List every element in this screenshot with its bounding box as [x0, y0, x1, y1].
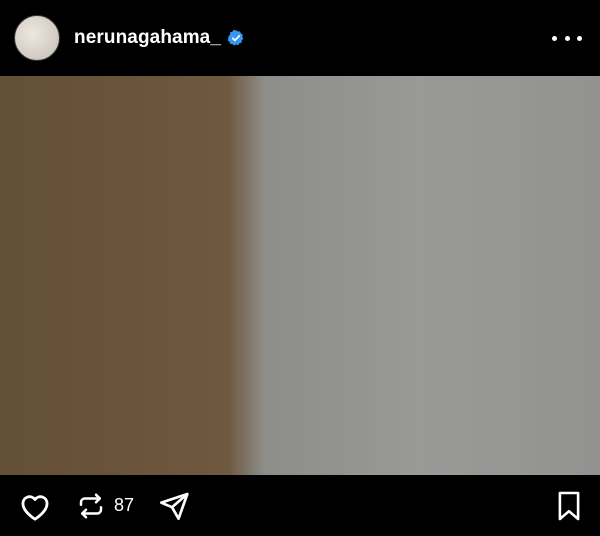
verified-badge-icon	[227, 29, 244, 46]
username[interactable]: nerunagahama_	[74, 27, 221, 49]
heart-icon	[21, 494, 49, 521]
repost-button[interactable]	[76, 490, 106, 522]
send-icon	[160, 492, 189, 520]
post: nerunagahama_ 87	[0, 0, 600, 536]
like-button[interactable]	[18, 490, 52, 522]
share-button[interactable]	[158, 490, 190, 522]
post-header: nerunagahama_	[0, 0, 600, 76]
avatar[interactable]	[14, 15, 60, 61]
repost-icon	[79, 493, 103, 518]
bookmark-button[interactable]	[556, 490, 582, 522]
bookmark-icon	[558, 491, 580, 520]
post-image-placeholder[interactable]	[0, 76, 600, 475]
repost-count: 87	[114, 495, 135, 515]
action-bar: 87	[0, 475, 600, 536]
more-options-icon[interactable]	[552, 28, 582, 48]
